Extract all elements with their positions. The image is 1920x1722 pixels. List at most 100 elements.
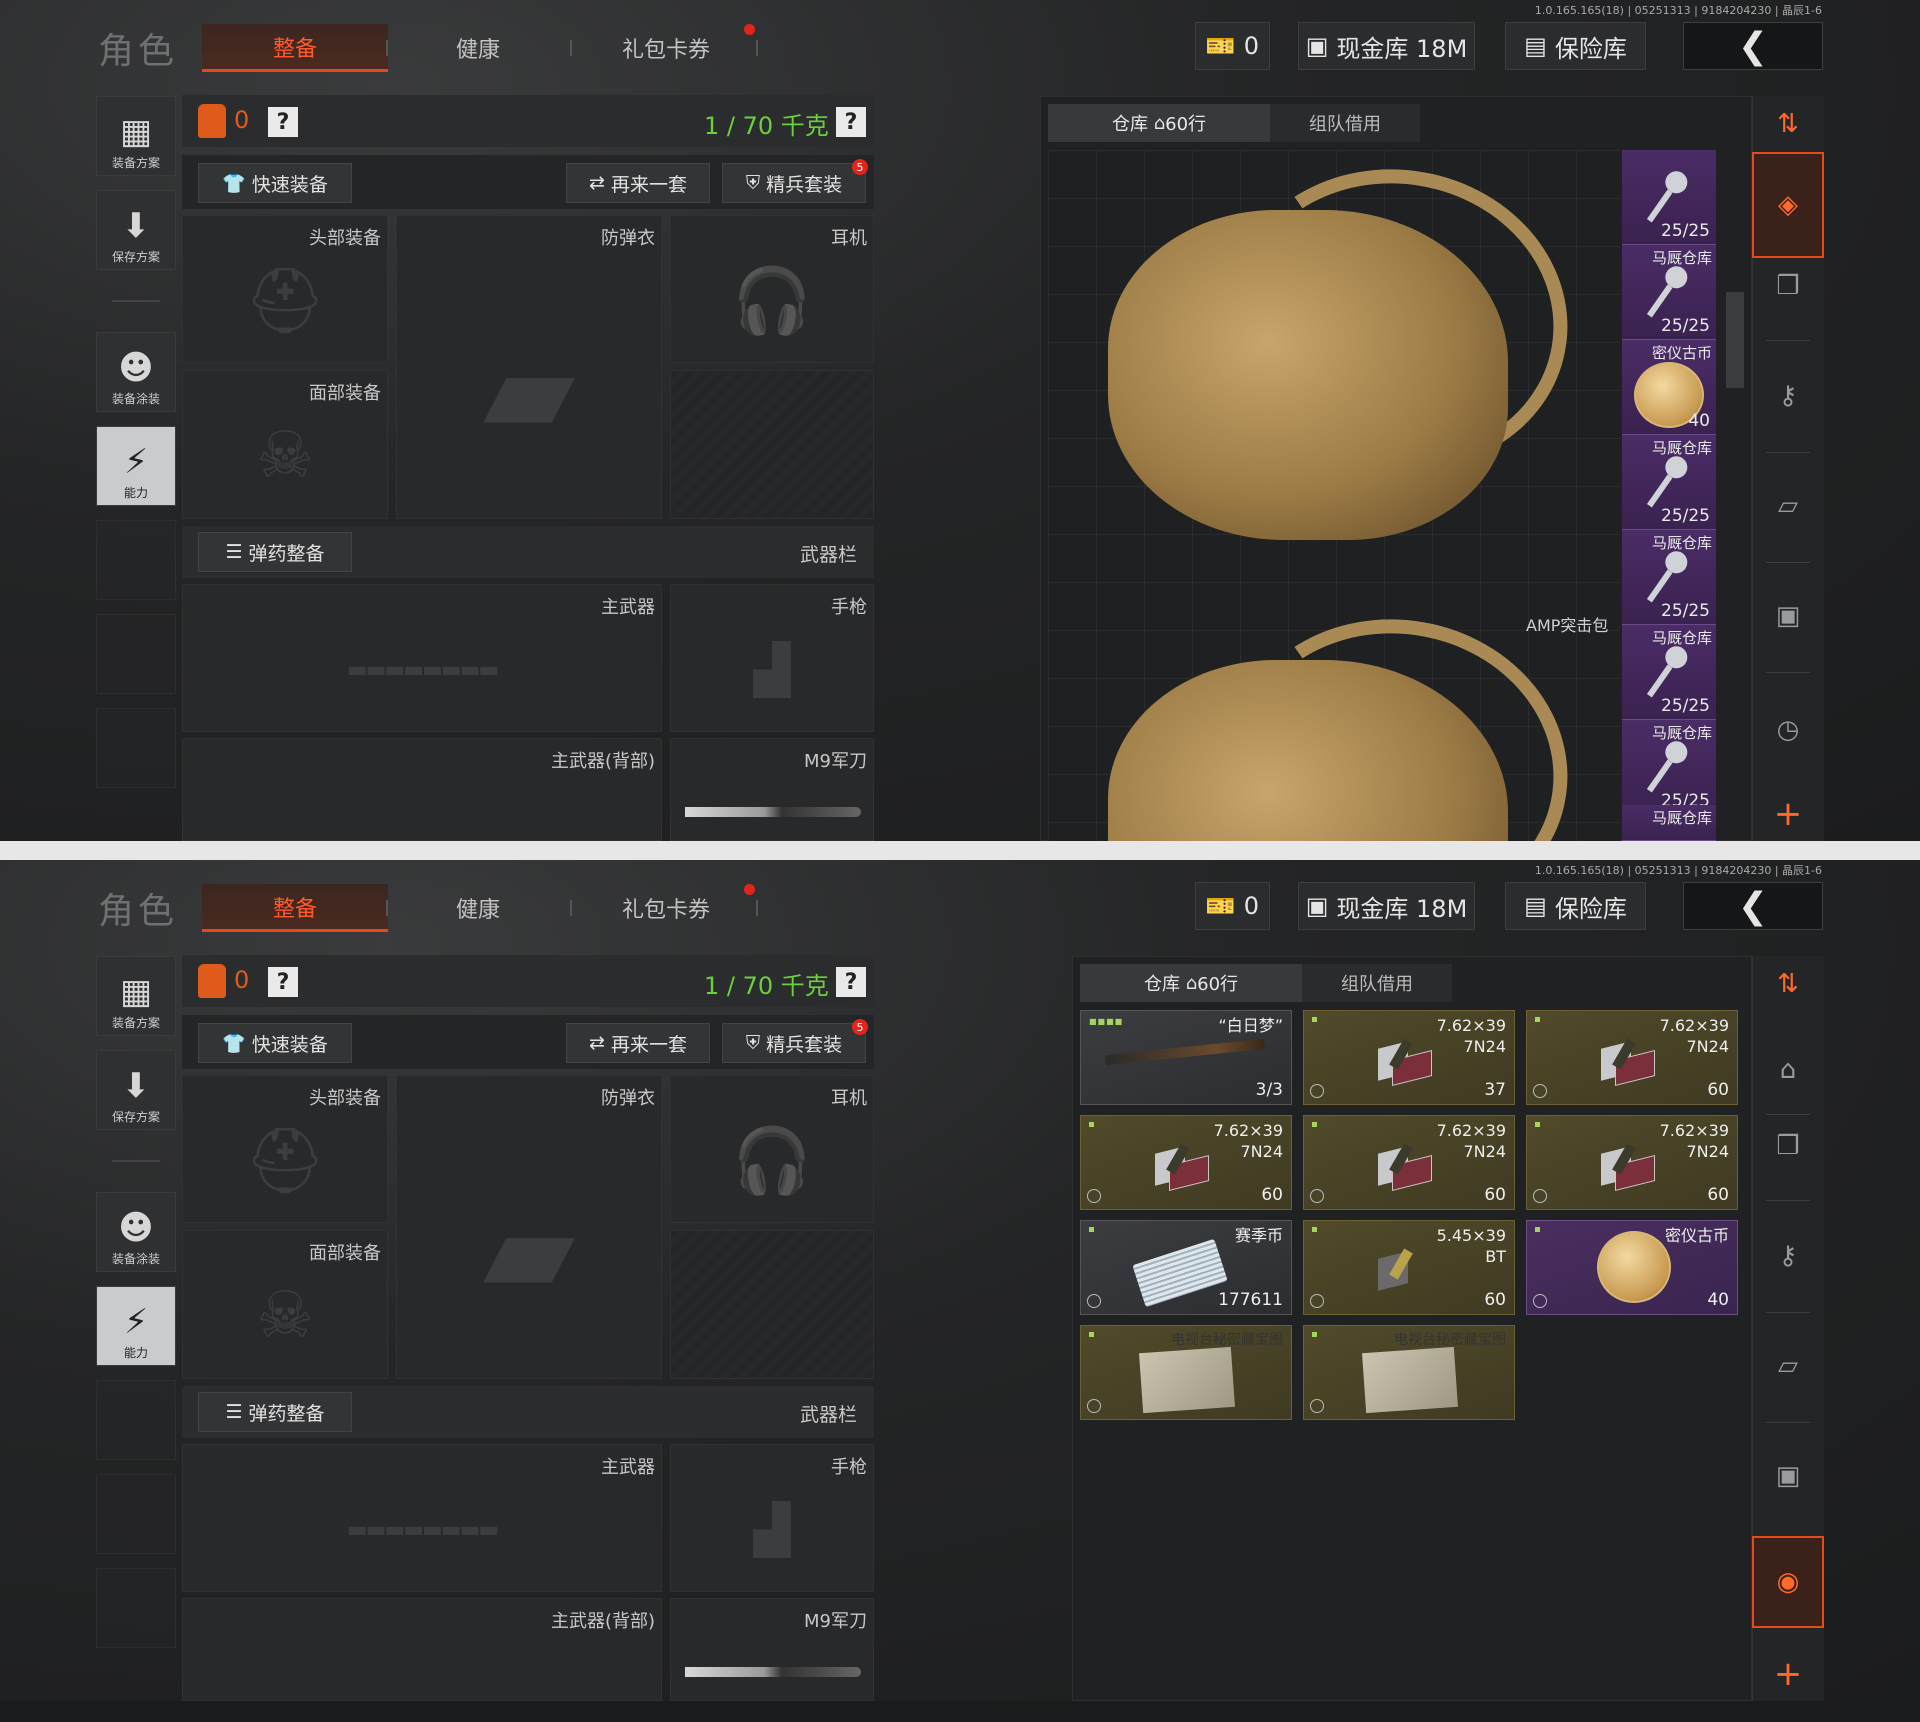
cube-category-icon[interactable]: ❒ (1752, 250, 1824, 322)
cash-vault-button[interactable]: ▣ 现金库 18M (1298, 882, 1475, 930)
tab-packs[interactable]: 礼包卡券 (586, 24, 746, 72)
help-button[interactable]: ? (268, 107, 298, 137)
pistol-slot[interactable]: 手枪 ▟ (670, 584, 874, 732)
inventory-item[interactable]: 电视台秘密藏宝图 (1080, 1325, 1292, 1420)
inventory-item[interactable]: 7.62×39 7N24 60 (1526, 1010, 1738, 1105)
back-weapon-slot[interactable]: 主武器(背部) (182, 738, 662, 841)
head-slot[interactable]: 头部装备 ⛑ (182, 215, 388, 363)
backpack-category-icon[interactable]: ◈ (1752, 152, 1824, 258)
cube-category-icon[interactable]: ❒ (1752, 1110, 1824, 1182)
inventory-item[interactable]: 7.62×39 7N24 60 (1303, 1115, 1515, 1210)
quick-equip-button[interactable]: 👕 快速装备 (198, 1023, 352, 1063)
ticket-button[interactable]: 🎫 0 (1195, 882, 1270, 930)
shirt-icon: 👕 (222, 1032, 246, 1055)
key-item[interactable]: 马厩仓库 25/25 (1622, 530, 1716, 625)
paint-button[interactable]: ☻ 装备涂装 (96, 332, 176, 412)
coin-item[interactable]: 密仪古币 40 (1622, 340, 1716, 435)
tab-health[interactable]: 健康 (408, 24, 548, 72)
tab-warehouse[interactable]: 仓库 ⌂ 60行 (1048, 104, 1270, 142)
home-category-icon[interactable]: ⌂ (1752, 1034, 1824, 1106)
inventory-item[interactable]: 赛季币 177611 (1080, 1220, 1292, 1315)
shotgun-icon (1104, 1038, 1266, 1066)
knife-slot[interactable]: M9军刀 (670, 1598, 874, 1701)
ability-button[interactable]: ⚡ 能力 (96, 1286, 176, 1366)
tab-team-borrow[interactable]: 组队借用 (1270, 104, 1420, 142)
rarity-dot (1535, 1017, 1540, 1022)
empty-slot (96, 708, 176, 788)
clock-icon[interactable]: ◷ (1752, 694, 1824, 766)
tab-loadout[interactable]: 整备 (202, 884, 388, 932)
primary-weapon-slot[interactable]: 主武器 ▬▬▬▬▬▬▬▬ (182, 1444, 662, 1592)
inventory-item[interactable]: ■■■■ “白日梦” 3/3 (1080, 1010, 1292, 1105)
ticket-button[interactable]: 🎫 0 (1195, 22, 1270, 70)
safe-button[interactable]: ▤ 保险库 (1505, 22, 1646, 70)
safe-label: 保险库 (1554, 34, 1627, 63)
tab-packs[interactable]: 礼包卡券 (586, 884, 746, 932)
key-item[interactable]: 马厩仓库 25/25 (1622, 435, 1716, 530)
knife-slot[interactable]: M9军刀 (670, 738, 874, 841)
ear-slot[interactable]: 耳机 🎧 (670, 1075, 874, 1223)
key-category-icon[interactable]: ⚷ (1752, 1220, 1824, 1292)
trade-category-icon[interactable]: ◉ (1752, 1536, 1824, 1628)
primary-weapon-slot[interactable]: 主武器 ▬▬▬▬▬▬▬▬ (182, 584, 662, 732)
safe-icon: ▤ (1524, 892, 1547, 920)
paint-button[interactable]: ☻ 装备涂装 (96, 1192, 176, 1272)
cash-vault-button[interactable]: ▣ 现金库 18M (1298, 22, 1475, 70)
add-icon[interactable]: + (1752, 778, 1824, 841)
ammo-button[interactable]: ☰ 弹药整备 (198, 532, 352, 572)
back-button[interactable]: ❮ (1683, 882, 1823, 930)
sort-icon[interactable]: ⇅ (1752, 948, 1824, 1020)
scrollbar[interactable] (1726, 292, 1744, 388)
elite-set-button[interactable]: ⛨ 精兵套装 (722, 163, 866, 203)
elite-set-button[interactable]: ⛨ 精兵套装 (722, 1023, 866, 1063)
face-slot[interactable]: 面部装备 ☠ (182, 1230, 388, 1379)
quick-equip-button[interactable]: 👕 快速装备 (198, 163, 352, 203)
inventory-item[interactable]: 7.62×39 7N24 37 (1303, 1010, 1515, 1105)
add-icon[interactable]: + (1752, 1638, 1824, 1701)
weight-help-button[interactable]: ? (836, 967, 866, 997)
save-plan-button[interactable]: ⬇ 保存方案 (96, 1050, 176, 1130)
key-category-icon[interactable]: ⚷ (1752, 360, 1824, 432)
back-weapon-slot[interactable]: 主武器(背部) (182, 1598, 662, 1701)
inventory-item[interactable]: 密仪古币 40 (1526, 1220, 1738, 1315)
tab-team-borrow[interactable]: 组队借用 (1302, 964, 1452, 1002)
key-item[interactable]: 马厩仓库 25/25 (1622, 625, 1716, 720)
key-item[interactable]: 马厩仓库 25/25 (1622, 720, 1716, 815)
inventory-item[interactable]: 电视台秘密藏宝图 (1303, 1325, 1515, 1420)
tab-health[interactable]: 健康 (408, 884, 548, 932)
inventory-item[interactable]: 7.62×39 7N24 60 (1526, 1115, 1738, 1210)
safe-button[interactable]: ▤ 保险库 (1505, 882, 1646, 930)
warehouse-rows: 60行 (1165, 114, 1207, 135)
sort-icon[interactable]: ⇅ (1752, 88, 1824, 160)
cash-category-icon[interactable]: ▱ (1752, 1330, 1824, 1402)
key-item[interactable]: 马厩仓库 25/25 (1622, 245, 1716, 340)
item-status-icon (1087, 1294, 1101, 1308)
ear-slot[interactable]: 耳机 🎧 (670, 215, 874, 363)
cash-category-icon[interactable]: ▱ (1752, 470, 1824, 542)
ability-button[interactable]: ⚡ 能力 (96, 426, 176, 506)
loadout-plan-button[interactable]: ▦ 装备方案 (96, 96, 176, 176)
inventory-item[interactable]: 7.62×39 7N24 60 (1080, 1115, 1292, 1210)
weight-help-button[interactable]: ? (836, 107, 866, 137)
inventory-item[interactable]: 5.45×39 BT 60 (1303, 1220, 1515, 1315)
armor-slot[interactable]: 防弹衣 ▰ (396, 215, 662, 519)
ammo-button[interactable]: ☰ 弹药整备 (198, 1392, 352, 1432)
pistol-slot[interactable]: 手枪 ▟ (670, 1444, 874, 1592)
key-item[interactable]: 25/25 (1622, 150, 1716, 245)
help-button[interactable]: ? (268, 967, 298, 997)
back-button[interactable]: ❮ (1683, 22, 1823, 70)
armor-slot[interactable]: 防弹衣 ▰ (396, 1075, 662, 1379)
box-category-icon[interactable]: ▣ (1752, 580, 1824, 652)
save-plan-button[interactable]: ⬇ 保存方案 (96, 190, 176, 270)
loadout-plan-button[interactable]: ▦ 装备方案 (96, 956, 176, 1036)
tab-warehouse[interactable]: 仓库 ⌂ 60行 (1080, 964, 1302, 1002)
safe-label: 保险库 (1554, 894, 1627, 923)
box-category-icon[interactable]: ▣ (1752, 1440, 1824, 1512)
backpack-icon (198, 964, 226, 998)
tab-loadout[interactable]: 整备 (202, 24, 388, 72)
face-slot[interactable]: 面部装备 ☠ (182, 370, 388, 519)
key-item[interactable]: 马厩仓库 (1622, 805, 1716, 841)
repeat-set-button[interactable]: ⇄ 再来一套 (566, 1023, 710, 1063)
repeat-set-button[interactable]: ⇄ 再来一套 (566, 163, 710, 203)
head-slot[interactable]: 头部装备 ⛑ (182, 1075, 388, 1223)
